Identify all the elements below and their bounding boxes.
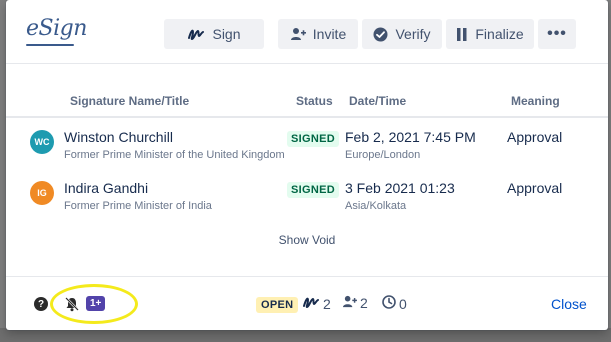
signature-meaning: Approval: [507, 129, 563, 145]
signer-name: Winston Churchill: [64, 129, 173, 145]
status-badge: SIGNED: [287, 131, 339, 147]
add-user-icon: [290, 27, 306, 41]
avatar: WC: [30, 130, 54, 154]
invite-button[interactable]: Invite: [278, 19, 358, 49]
pending-count: 0: [382, 295, 407, 312]
pending-count-value: 0: [399, 295, 407, 312]
invited-count-value: 2: [360, 295, 368, 311]
show-void-link[interactable]: Show Void: [6, 233, 608, 247]
add-user-icon: [342, 295, 357, 311]
invite-button-label: Invite: [312, 26, 347, 42]
column-header-meaning: Meaning: [511, 94, 560, 108]
signed-count: 2: [302, 295, 331, 312]
verify-button[interactable]: Verify: [362, 19, 442, 49]
avatar: IG: [30, 181, 54, 205]
signature-date: Feb 2, 2021 7:45 PM: [345, 129, 476, 145]
finalize-button[interactable]: Finalize: [446, 19, 534, 49]
esign-dialog: eSign Sign Invite Verify Finalize ••• Si…: [6, 0, 608, 330]
sign-button[interactable]: Sign: [164, 19, 264, 49]
signature-icon: [302, 295, 320, 312]
close-button[interactable]: Close: [551, 296, 587, 312]
dialog-footer: ? 1+ OPEN 2 2 0 Close: [6, 276, 608, 330]
signature-date: 3 Feb 2021 01:23: [345, 180, 455, 196]
signature-table-header: Signature Name/Title Status Date/Time Me…: [6, 92, 608, 118]
signer-title: Former Prime Minister of the United King…: [64, 149, 285, 161]
status-badge: SIGNED: [287, 182, 339, 198]
signature-timezone: Asia/Kolkata: [345, 200, 407, 212]
check-circle-icon: [373, 27, 388, 42]
verify-button-label: Verify: [395, 26, 431, 42]
help-icon[interactable]: ?: [34, 297, 48, 311]
finalize-button-label: Finalize: [475, 26, 524, 42]
signature-row: WC Winston Churchill Former Prime Minist…: [6, 124, 608, 174]
bell-off-icon[interactable]: [64, 296, 80, 317]
column-header-name: Signature Name/Title: [70, 94, 190, 108]
signer-title: Former Prime Minister of India: [64, 200, 212, 212]
esign-logo: eSign: [26, 16, 87, 41]
column-header-status: Status: [296, 94, 333, 108]
more-icon: •••: [547, 25, 567, 42]
finalize-icon: [456, 27, 468, 42]
invited-count: 2: [342, 295, 368, 311]
signature-icon: [187, 27, 205, 41]
signature-timezone: Europe/London: [345, 149, 421, 161]
signer-name: Indira Gandhi: [64, 180, 149, 196]
watch-count-badge[interactable]: 1+: [86, 296, 106, 311]
dialog-header: eSign Sign Invite Verify Finalize •••: [6, 0, 608, 64]
clock-icon: [382, 295, 396, 312]
signature-row: IG Indira Gandhi Former Prime Minister o…: [6, 175, 608, 225]
column-header-date: Date/Time: [349, 94, 407, 108]
sign-button-label: Sign: [212, 26, 241, 42]
signature-meaning: Approval: [507, 180, 563, 196]
more-button[interactable]: •••: [538, 19, 576, 49]
document-status-badge: OPEN: [256, 297, 299, 313]
logo-underline: [26, 44, 74, 46]
backdrop-bottom-bar: [0, 328, 611, 342]
signed-count-value: 2: [323, 295, 331, 312]
